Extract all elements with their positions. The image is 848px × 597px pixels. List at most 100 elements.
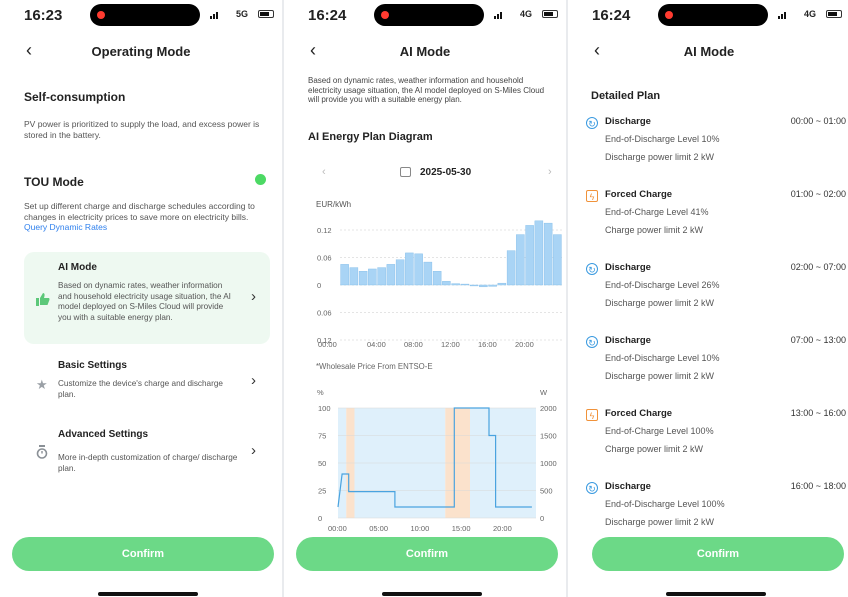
confirm-button[interactable]: Confirm [296, 537, 558, 571]
plan-item-type: Forced Charge [605, 189, 673, 200]
nav-bar: ‹ Operating Mode [0, 40, 282, 64]
y-right-tick-label: 500 [540, 487, 553, 496]
confirm-button[interactable]: Confirm [12, 537, 274, 571]
price-bar [405, 252, 414, 286]
price-bar [516, 234, 525, 286]
x-tick-label: 16:00 [478, 340, 497, 349]
plan-item-level: End-of-Discharge Level 26% [605, 280, 720, 290]
recording-dot-icon [381, 11, 389, 19]
price-bar [506, 250, 516, 286]
price-bar [358, 271, 368, 286]
y-left-tick-label: 0 [318, 514, 322, 523]
plan-item-level: End-of-Charge Level 100% [605, 426, 714, 436]
plan-item: ↻ Discharge 02:00 ~ 07:00 End-of-Discharge … [568, 262, 848, 322]
chevron-right-icon: › [251, 372, 256, 389]
home-indicator [382, 592, 482, 596]
status-time: 16:24 [308, 7, 347, 24]
price-bar [479, 284, 488, 288]
price-bar [368, 268, 377, 286]
price-bar [423, 261, 433, 286]
y-right-tick-label: 1500 [540, 432, 557, 441]
confirm-button[interactable]: Confirm [592, 537, 844, 571]
y-tick-label: 0 [317, 281, 321, 290]
nav-bar: ‹ AI Mode [568, 40, 848, 64]
price-bar [525, 225, 534, 286]
plan-item: ↻ Discharge 07:00 ~ 13:00 End-of-Discharge … [568, 335, 848, 395]
plan-item-power-limit: Charge power limit 2 kW [605, 444, 704, 454]
tou-mode-toggle[interactable] [255, 174, 266, 185]
thumbs-up-icon [36, 292, 50, 306]
plan-item: ϟ Forced Charge 01:00 ~ 02:00 End-of-Charge… [568, 189, 848, 249]
discharge-icon: ↻ [586, 117, 598, 129]
self-consumption-desc: PV power is prioritized to supply the lo… [24, 119, 260, 140]
recording-dot-icon [665, 11, 673, 19]
y-left-tick-label: 50 [318, 459, 326, 468]
home-indicator [98, 592, 198, 596]
signal-icon [778, 11, 788, 19]
y-tick-label: 0.12 [317, 226, 332, 235]
y-left-tick-label: 100 [318, 404, 331, 413]
y-left-tick-label: 75 [318, 432, 326, 441]
chevron-right-icon: › [251, 288, 256, 305]
price-unit-label: EUR/kWh [316, 200, 352, 209]
y-right-tick-label: 0 [540, 514, 544, 523]
advanced-settings-card[interactable]: Advanced Settings More in-depth customiz… [24, 423, 270, 483]
tou-desc-text: Set up different charge and discharge sc… [24, 201, 255, 222]
price-bar [432, 271, 442, 286]
battery-icon [826, 10, 842, 18]
status-time: 16:23 [24, 7, 63, 24]
plan-item-time-range: 07:00 ~ 13:00 [790, 335, 846, 345]
detailed-plan-title: Detailed Plan [591, 90, 661, 102]
price-bar [543, 222, 553, 286]
date-label[interactable]: 2025-05-30 [420, 167, 471, 178]
y-right-unit: W [540, 388, 548, 397]
discharge-icon: ↻ [586, 336, 598, 348]
battery-icon [258, 10, 274, 18]
x-tick-label: 04:00 [367, 340, 386, 349]
advanced-settings-title: Advanced Settings [58, 429, 149, 440]
plan-item-level: End-of-Discharge Level 10% [605, 353, 720, 363]
page-title: AI Mode [399, 44, 451, 59]
price-bar [553, 234, 562, 286]
plan-item-type: Discharge [605, 116, 651, 127]
signal-icon [210, 11, 220, 19]
x-tick-label: 10:00 [411, 524, 430, 533]
basic-settings-card[interactable]: Basic Settings ★ Customize the device's … [24, 354, 270, 410]
basic-settings-desc: Customize the device's charge and discha… [58, 379, 223, 399]
tou-mode-desc: Set up different charge and discharge sc… [24, 201, 269, 233]
price-footnote: *Wholesale Price From ENTSO-E [316, 362, 433, 371]
price-chart: 0.120.0600.060.1200:00 04:00 08:00 12:00 16:… [317, 220, 562, 349]
price-bar [349, 267, 359, 286]
plan-item-power-limit: Discharge power limit 2 kW [605, 152, 715, 162]
forced-charge-icon: ϟ [586, 409, 598, 421]
network-type: 4G [803, 9, 816, 19]
status-bar: 16:24 4G [284, 0, 566, 30]
ai-mode-card[interactable]: AI Mode Based on dynamic rates, weather … [24, 252, 270, 344]
calendar-icon [400, 167, 411, 177]
dynamic-island [374, 4, 484, 26]
chevron-right-icon: › [251, 442, 256, 459]
ai-mode-intro: Based on dynamic rates, weather informat… [308, 76, 545, 104]
x-tick-label: 05:00 [369, 524, 388, 533]
next-date-icon[interactable]: › [548, 166, 552, 178]
price-bar [460, 283, 470, 286]
plan-item: ↻ Discharge 16:00 ~ 18:00 End-of-Discharge … [568, 481, 848, 541]
ai-mode-card-desc: Based on dynamic rates, weather informat… [58, 281, 231, 322]
price-bar [534, 220, 544, 286]
plan-item-time-range: 00:00 ~ 01:00 [790, 116, 846, 126]
status-time: 16:24 [592, 7, 631, 24]
plan-item-time-range: 13:00 ~ 16:00 [790, 408, 846, 418]
y-right-tick-label: 2000 [540, 404, 557, 413]
plan-item-type: Forced Charge [605, 408, 673, 419]
ai-mode-card-title: AI Mode [58, 262, 97, 273]
prev-date-icon[interactable]: ‹ [322, 166, 326, 178]
plan-item-power-limit: Discharge power limit 2 kW [605, 298, 715, 308]
query-dynamic-rates-link[interactable]: Query Dynamic Rates [24, 222, 107, 232]
plan-item-time-range: 02:00 ~ 07:00 [790, 262, 846, 272]
self-consumption-title[interactable]: Self-consumption [24, 90, 125, 104]
x-tick-label: 00:00 [318, 340, 337, 349]
status-bar: 16:23 5G [0, 0, 282, 30]
page-title: AI Mode [683, 44, 735, 59]
price-bar [488, 284, 497, 287]
plan-item-type: Discharge [605, 262, 651, 273]
